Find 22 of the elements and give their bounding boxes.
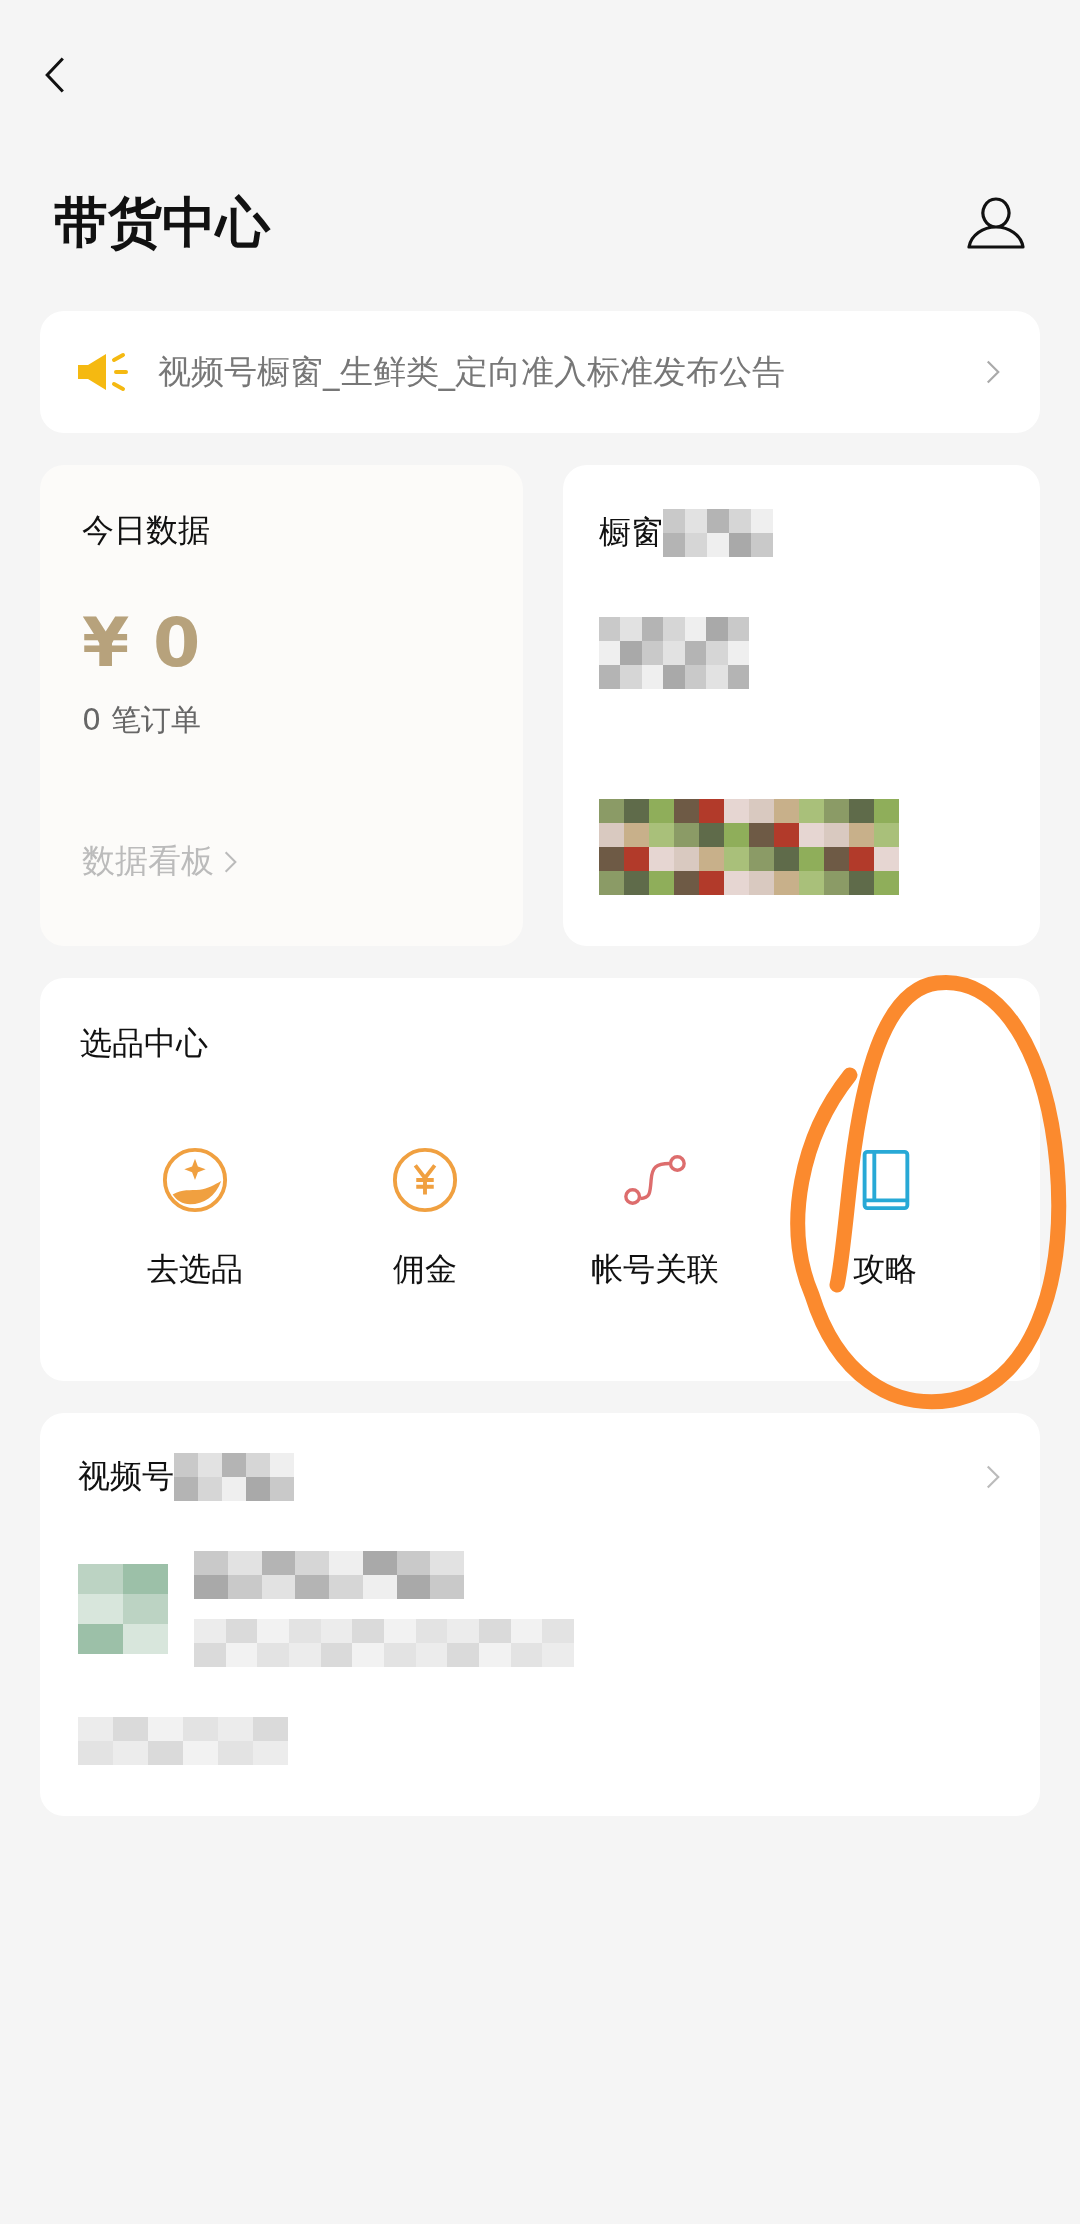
showcase-card[interactable]: 橱窗 [563, 465, 1040, 946]
yuan-coin-icon [391, 1146, 459, 1214]
notice-text: 视频号橱窗_生鲜类_定向准入标准发布公告 [158, 350, 786, 393]
page-title: 带货中心 [54, 189, 270, 256]
card-title: 今日数据 [82, 510, 211, 551]
shortcut-label[interactable]: 帐号关联 [591, 1248, 719, 1292]
smile-hand-icon [161, 1146, 229, 1214]
shortcut-label[interactable]: 佣金 [393, 1248, 457, 1292]
amount-value: ¥ 0 [82, 603, 202, 682]
shortcut-label[interactable]: 攻略 [853, 1248, 917, 1292]
card-title: 橱窗 [599, 512, 663, 553]
profile-icon[interactable] [966, 195, 1026, 251]
shop-card[interactable]: 视频号 [40, 1413, 1040, 1816]
shortcut-label[interactable]: 去选品 [147, 1248, 243, 1292]
today-data-card[interactable]: 今日数据 ¥ 0 0 笔订单 数据看板 [40, 465, 523, 946]
order-count: 0 笔订单 [82, 701, 202, 739]
chevron-icon [986, 359, 1000, 385]
chevron-icon [224, 849, 237, 874]
card-title: 选品中心 [80, 1023, 209, 1064]
notice-bar[interactable]: 视频号橱窗_生鲜类_定向准入标准发布公告 [40, 311, 1040, 433]
card-title: 视频号 [78, 1456, 174, 1497]
chevron-icon [986, 1464, 1000, 1490]
